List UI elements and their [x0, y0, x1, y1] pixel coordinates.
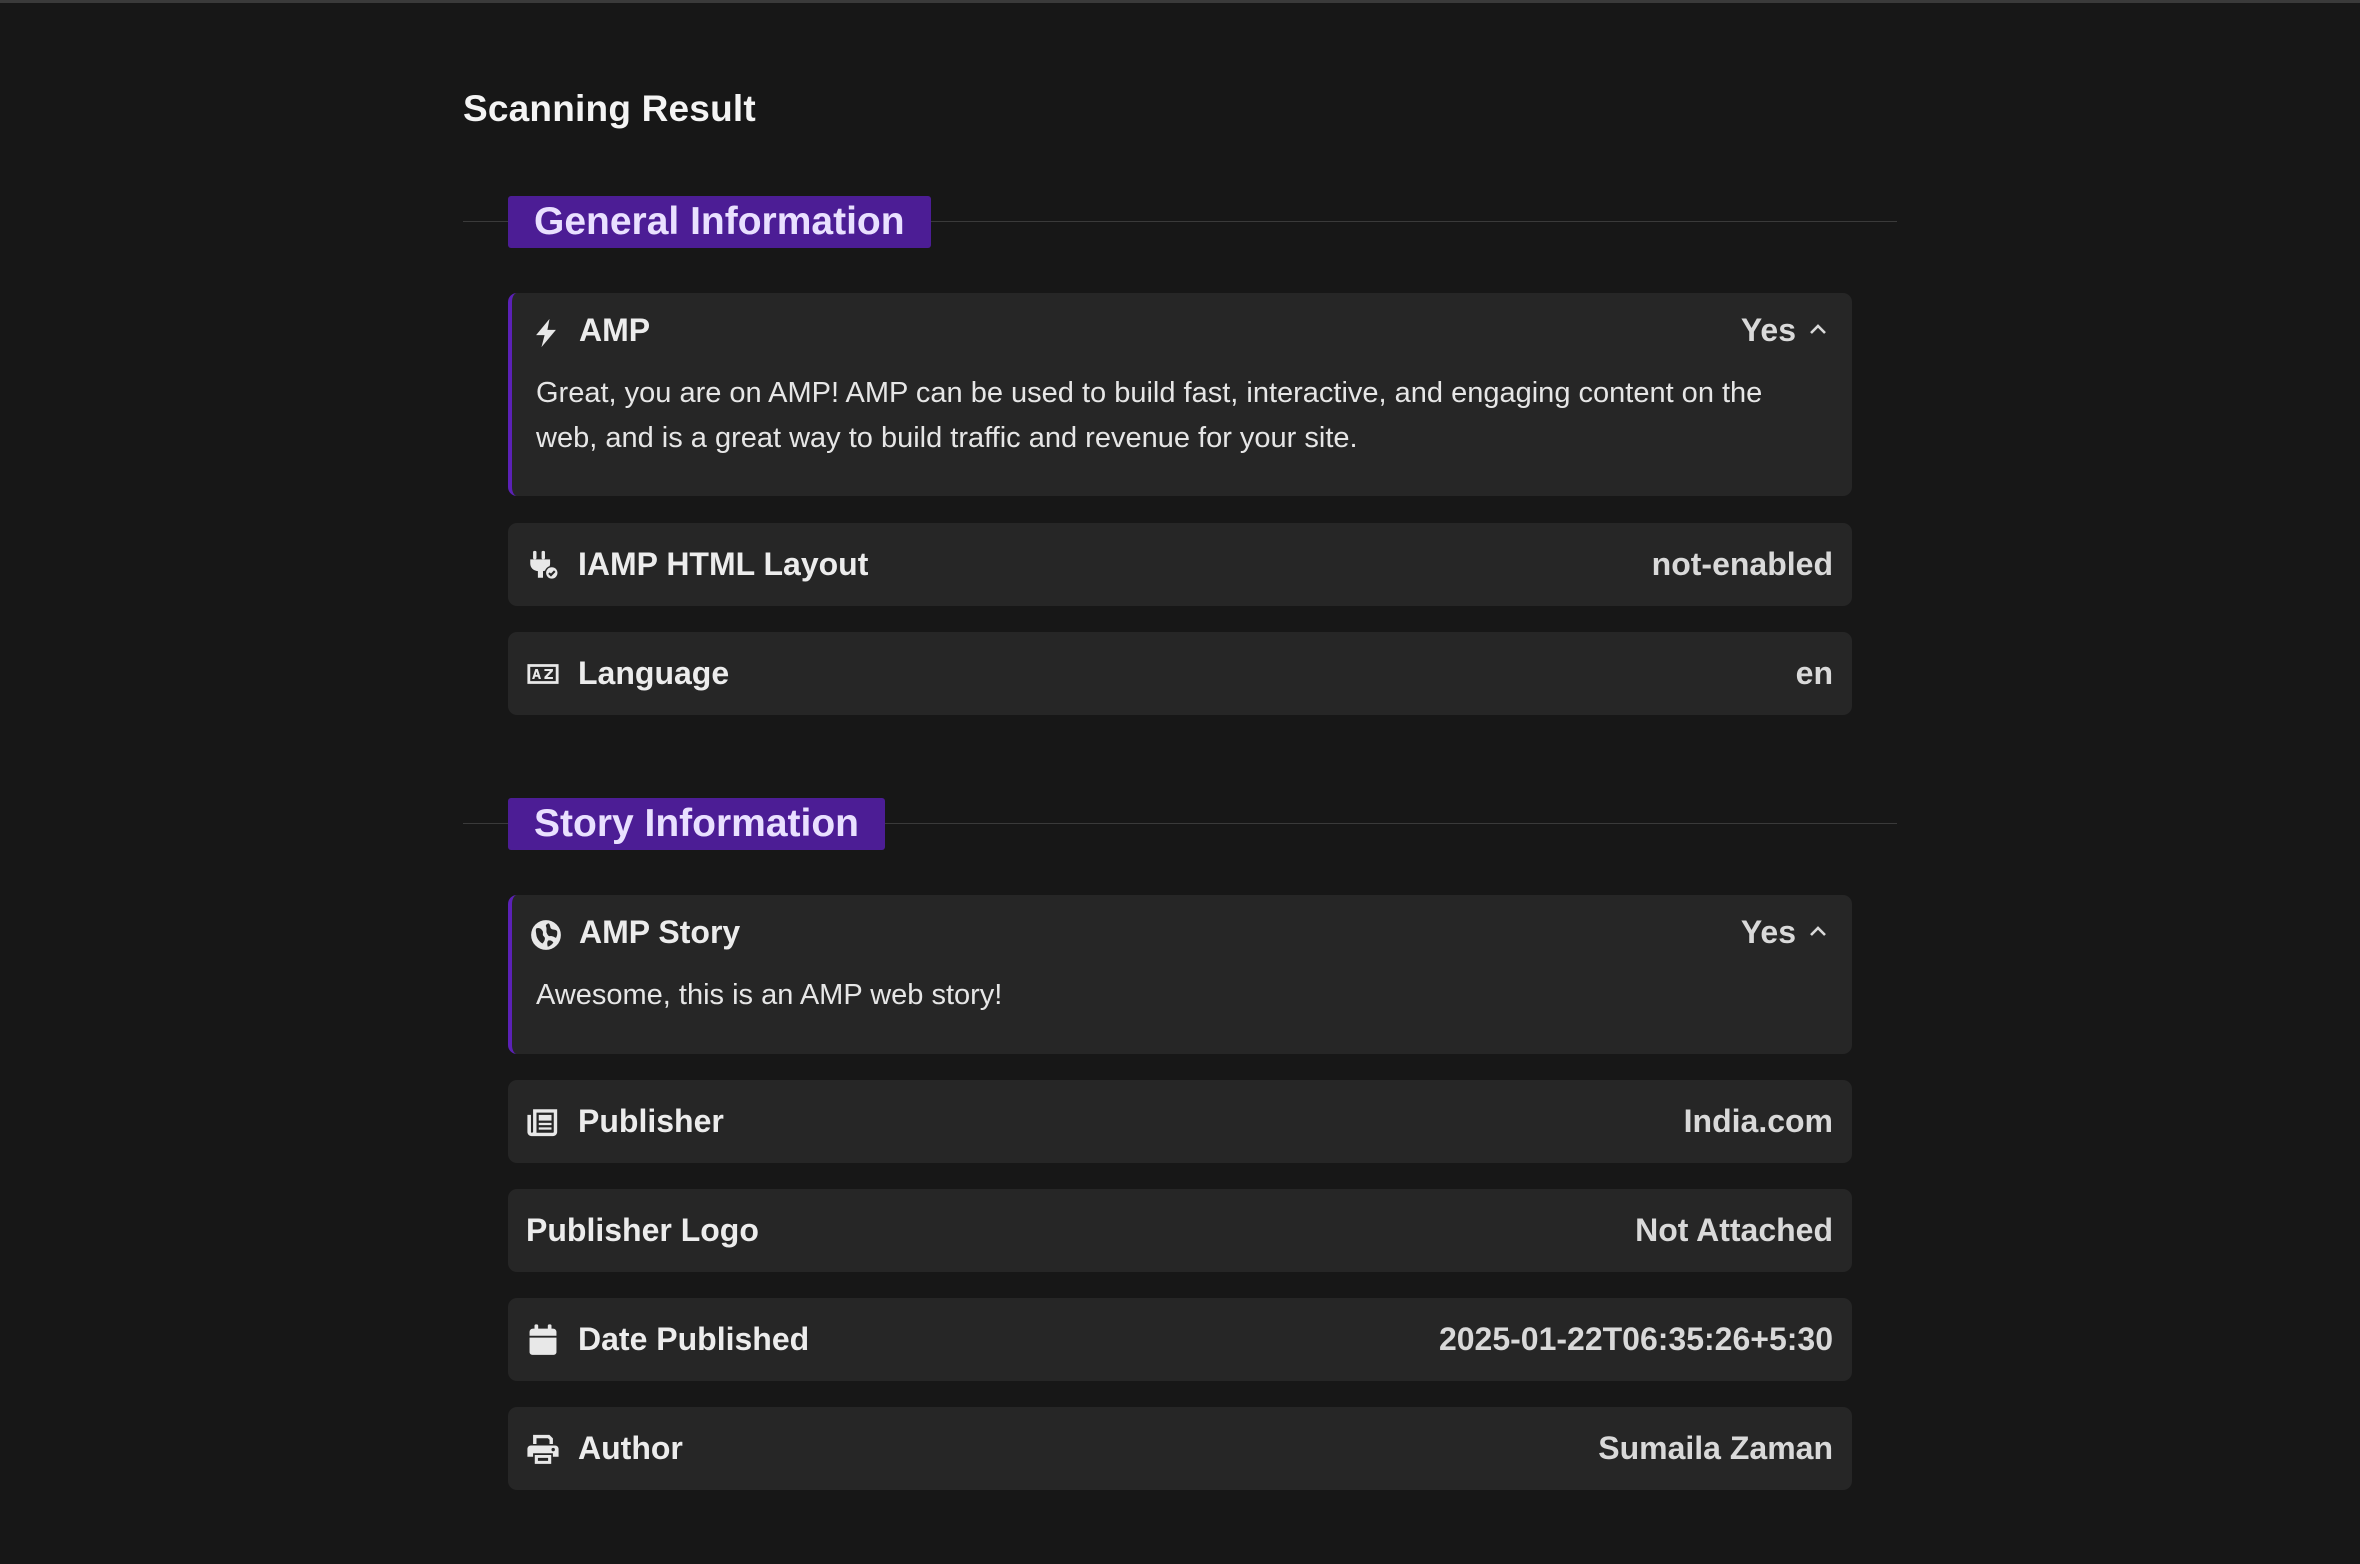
item-description: Awesome, this is an AMP web story! [536, 979, 1003, 1011]
item-value: India.com [1683, 1103, 1833, 1139]
info-item-publisher[interactable]: Publisher India.com [508, 1080, 1852, 1163]
item-value: Yes [1740, 312, 1796, 348]
item-label: AMP Story [579, 914, 741, 950]
accordion-header[interactable]: AMP Story Yes [512, 895, 1852, 977]
item-label: Date Published [578, 1321, 810, 1357]
info-item-language[interactable]: Language en [508, 632, 1852, 715]
info-item-iamp-html-layout[interactable]: IAMP HTML Layout not-enabled [508, 523, 1852, 606]
item-value: 2025-01-22T06:35:26+5:30 [1438, 1321, 1833, 1357]
info-item-publisher-logo[interactable]: Publisher Logo Not Attached [508, 1189, 1852, 1272]
item-value: Not Attached [1635, 1212, 1833, 1248]
calendar-icon [526, 1323, 560, 1357]
item-value: en [1795, 655, 1833, 691]
chevron-up-icon[interactable] [1806, 920, 1830, 944]
item-description: Great, you are on AMP! AMP can be used t… [536, 377, 1763, 454]
info-item-date-published[interactable]: Date Published 2025-01-22T06:35:26+5:30 [508, 1298, 1852, 1381]
item-label: AMP [579, 312, 651, 348]
info-item-author[interactable]: Author Sumaila Zaman [508, 1407, 1852, 1490]
section-title: Story Information [508, 798, 886, 850]
section-header-general: General Information [463, 196, 1897, 248]
chevron-up-icon[interactable] [1806, 318, 1830, 342]
item-label: IAMP HTML Layout [578, 546, 869, 582]
item-label: Publisher [578, 1103, 724, 1139]
accordion-item-amp[interactable]: AMP Yes Great, you are on AMP! AMP can b… [508, 293, 1852, 496]
section-header-story: Story Information [463, 798, 1897, 850]
plug-check-icon [526, 548, 560, 582]
newspaper-icon [526, 1105, 560, 1139]
bolt-icon [529, 316, 563, 350]
item-label: Language [578, 655, 730, 691]
accordion-item-amp-story[interactable]: AMP Story Yes Awesome, this is an AMP we… [508, 895, 1852, 1054]
top-border [0, 0, 2360, 3]
item-label: Author [578, 1430, 683, 1466]
globe-icon [529, 918, 563, 952]
item-label: Publisher Logo [526, 1212, 759, 1248]
section-title: General Information [508, 196, 931, 248]
language-icon [526, 657, 560, 691]
item-value: not-enabled [1651, 546, 1833, 582]
accordion-header[interactable]: AMP Yes [512, 293, 1852, 375]
printer-icon [526, 1432, 560, 1466]
page-title: Scanning Result [463, 88, 756, 129]
item-value: Yes [1740, 914, 1796, 950]
item-value: Sumaila Zaman [1598, 1430, 1833, 1466]
